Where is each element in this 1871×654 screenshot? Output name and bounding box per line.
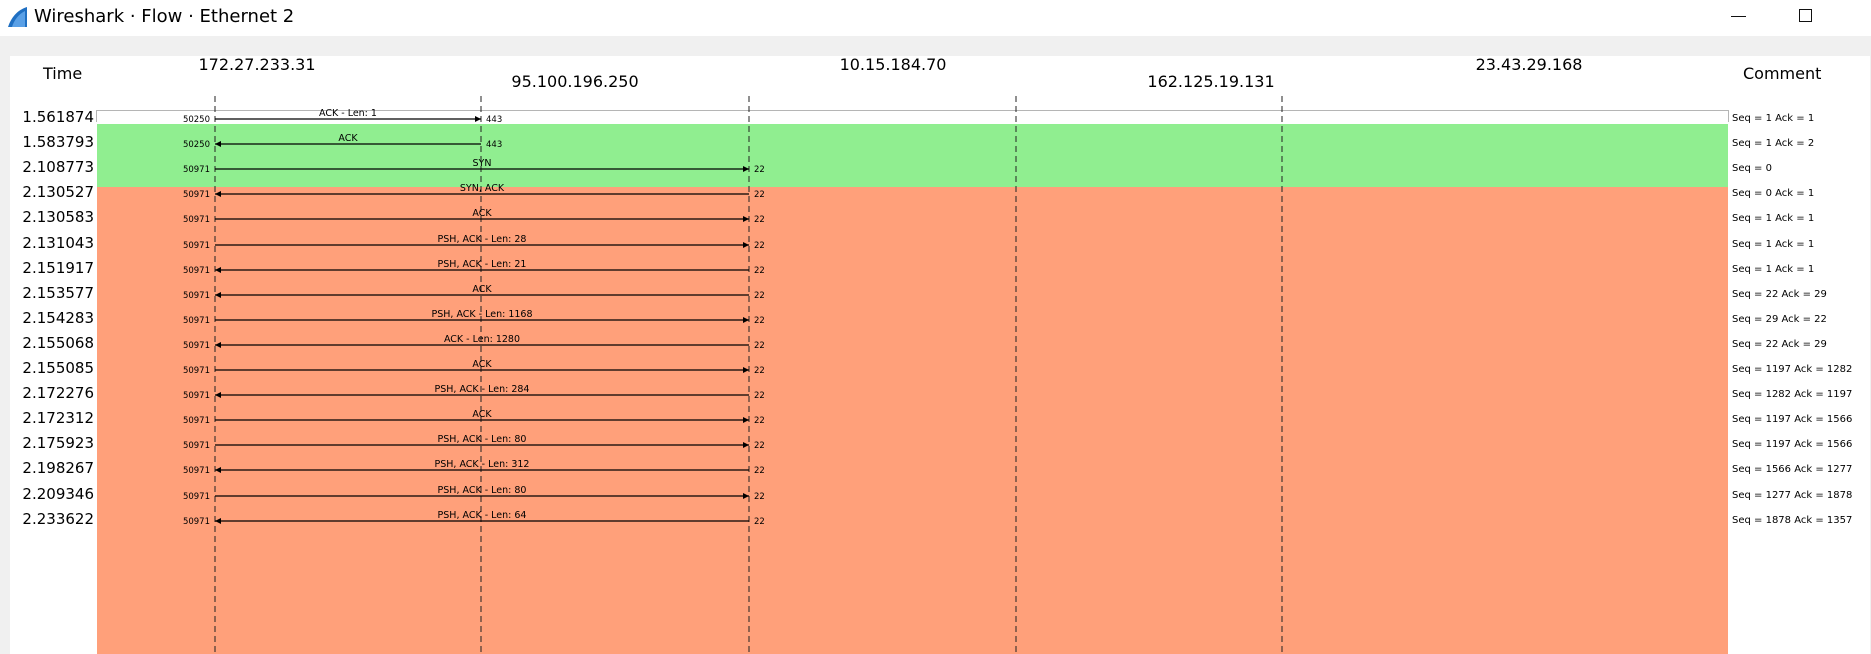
flow-label: ACK xyxy=(472,208,492,219)
flow-comment: Seq = 22 Ack = 29 xyxy=(1732,339,1827,350)
source-port: 50250 xyxy=(183,140,210,150)
flow-label: PSH, ACK - Len: 312 xyxy=(435,459,530,470)
flow-label: PSH, ACK - Len: 21 xyxy=(438,259,527,270)
maximize-icon xyxy=(1799,9,1812,22)
arrowhead-icon xyxy=(215,518,221,524)
flow-label: ACK - Len: 1 xyxy=(319,108,377,119)
wireshark-fin-icon xyxy=(8,7,27,27)
flow-label: PSH, ACK - Len: 1168 xyxy=(432,309,533,320)
flow-comment: Seq = 1197 Ack = 1566 xyxy=(1732,414,1853,425)
arrowhead-icon xyxy=(743,493,749,499)
arrowhead-icon xyxy=(215,467,221,473)
window-title: Wireshark · Flow · Ethernet 2 xyxy=(34,6,295,27)
flow-comment: Seq = 1 Ack = 1 xyxy=(1732,264,1815,275)
flow-comment: Seq = 1197 Ack = 1566 xyxy=(1732,439,1853,450)
source-port: 50971 xyxy=(183,466,210,476)
destination-port: 443 xyxy=(486,140,502,150)
destination-port: 22 xyxy=(754,466,765,476)
arrowhead-icon xyxy=(215,141,221,147)
arrowhead-icon xyxy=(215,267,221,273)
source-port: 50971 xyxy=(183,341,210,351)
destination-port: 22 xyxy=(754,241,765,251)
flow-comment: Seq = 29 Ack = 22 xyxy=(1732,314,1827,325)
destination-port: 22 xyxy=(754,416,765,426)
arrowhead-icon xyxy=(743,166,749,172)
arrowhead-icon xyxy=(743,317,749,323)
flow-comment: Seq = 1197 Ack = 1282 xyxy=(1732,364,1853,375)
arrowhead-icon xyxy=(743,216,749,222)
flow-label: PSH, ACK - Len: 80 xyxy=(438,434,527,445)
destination-port: 443 xyxy=(486,115,502,125)
source-port: 50971 xyxy=(183,366,210,376)
source-port: 50971 xyxy=(183,266,210,276)
flow-label: SYN xyxy=(473,158,492,169)
flow-comment: Seq = 0 Ack = 1 xyxy=(1732,188,1815,199)
flow-comment: Seq = 1 Ack = 1 xyxy=(1732,239,1815,250)
source-port: 50971 xyxy=(183,391,210,401)
flow-comment: Seq = 1 Ack = 1 xyxy=(1732,213,1815,224)
destination-port: 22 xyxy=(754,492,765,502)
flow-comment: Seq = 1277 Ack = 1878 xyxy=(1732,490,1853,501)
flow-comment: Seq = 1 Ack = 2 xyxy=(1732,138,1815,149)
flow-comment: Seq = 1282 Ack = 1197 xyxy=(1732,389,1853,400)
minimize-icon xyxy=(1731,16,1746,17)
flow-comment: Seq = 1566 Ack = 1277 xyxy=(1732,464,1853,475)
minimize-button[interactable] xyxy=(1715,0,1761,34)
arrowhead-icon xyxy=(215,342,221,348)
destination-port: 22 xyxy=(754,391,765,401)
destination-port: 22 xyxy=(754,165,765,175)
source-port: 50971 xyxy=(183,215,210,225)
flow-label: ACK xyxy=(472,359,492,370)
flow-label: ACK xyxy=(472,284,492,295)
flow-label: ACK xyxy=(472,409,492,420)
source-port: 50250 xyxy=(183,115,210,125)
source-port: 50971 xyxy=(183,190,210,200)
flow-label: PSH, ACK - Len: 284 xyxy=(435,384,530,395)
title-bar: Wireshark · Flow · Ethernet 2 xyxy=(0,0,1871,36)
destination-port: 22 xyxy=(754,316,765,326)
flow-label: ACK xyxy=(338,133,358,144)
destination-port: 22 xyxy=(754,291,765,301)
source-port: 50971 xyxy=(183,416,210,426)
flow-label: ACK - Len: 1280 xyxy=(444,334,520,345)
source-port: 50971 xyxy=(183,291,210,301)
destination-port: 22 xyxy=(754,517,765,527)
flow-comment: Seq = 22 Ack = 29 xyxy=(1732,289,1827,300)
flow-label: SYN, ACK xyxy=(460,183,505,194)
arrowhead-icon xyxy=(475,116,481,122)
flow-comment: Seq = 1 Ack = 1 xyxy=(1732,113,1815,124)
arrowhead-icon xyxy=(743,442,749,448)
arrowhead-icon xyxy=(215,392,221,398)
source-port: 50971 xyxy=(183,241,210,251)
flow-label: PSH, ACK - Len: 64 xyxy=(438,510,527,521)
arrowhead-icon xyxy=(743,367,749,373)
source-port: 50971 xyxy=(183,492,210,502)
maximize-button[interactable] xyxy=(1783,0,1829,34)
flow-diagram: ACK - Len: 1 50250 443 ACK 50250 443 SYN 50971 2… xyxy=(183,96,1283,654)
destination-port: 22 xyxy=(754,190,765,200)
flow-comment: Seq = 1878 Ack = 1357 xyxy=(1732,515,1853,526)
flow-comment: Seq = 0 xyxy=(1732,163,1772,174)
source-port: 50971 xyxy=(183,441,210,451)
source-port: 50971 xyxy=(183,316,210,326)
flow-label: PSH, ACK - Len: 28 xyxy=(438,234,527,245)
source-port: 50971 xyxy=(183,517,210,527)
arrowhead-icon xyxy=(215,292,221,298)
flow-graph-panel: Time Comment 172.27.233.31 95.100.196.25… xyxy=(10,55,1870,654)
destination-port: 22 xyxy=(754,266,765,276)
source-port: 50971 xyxy=(183,165,210,175)
arrowhead-icon xyxy=(743,417,749,423)
flow-label: PSH, ACK - Len: 80 xyxy=(438,485,527,496)
destination-port: 22 xyxy=(754,366,765,376)
destination-port: 22 xyxy=(754,341,765,351)
destination-port: 22 xyxy=(754,441,765,451)
arrowhead-icon xyxy=(743,242,749,248)
destination-port: 22 xyxy=(754,215,765,225)
arrowhead-icon xyxy=(215,191,221,197)
